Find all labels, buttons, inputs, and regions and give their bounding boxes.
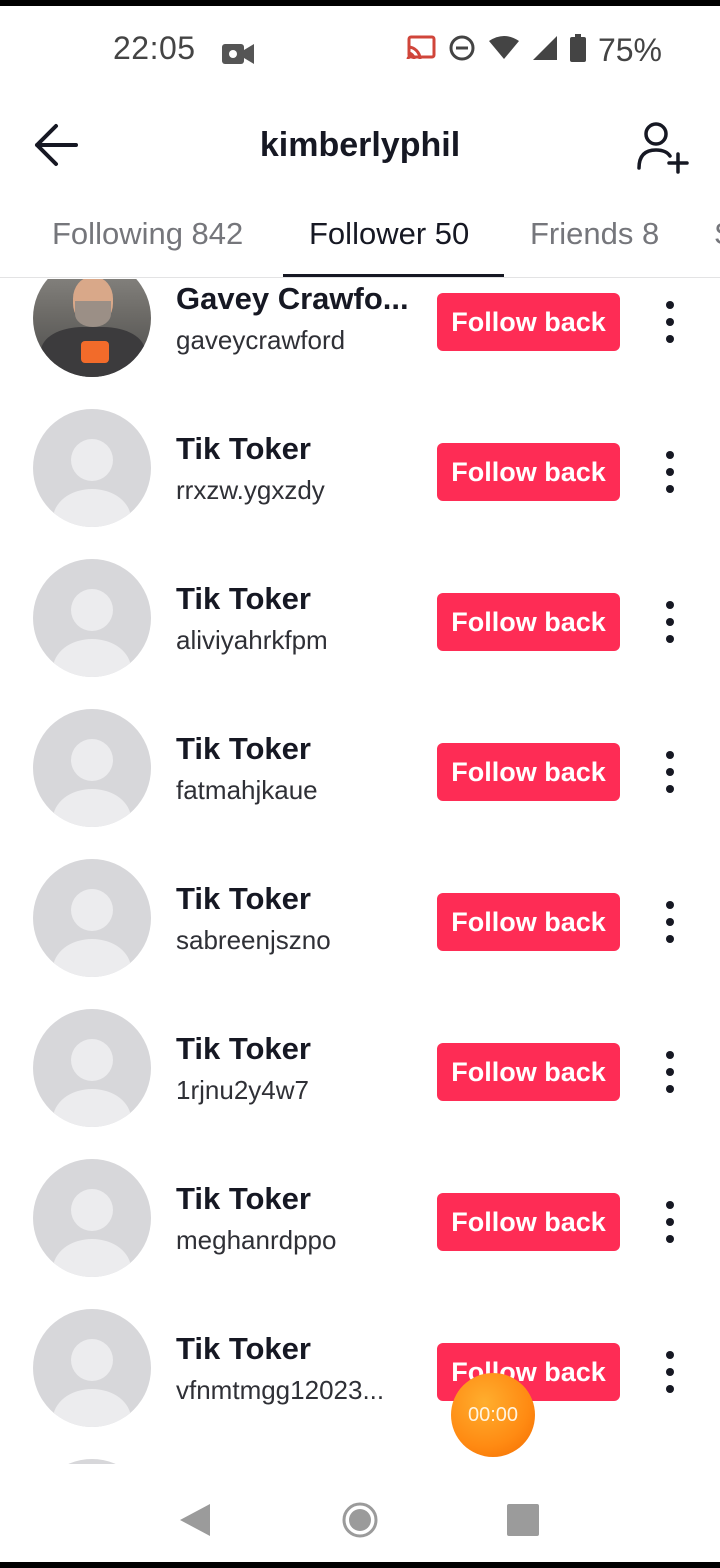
- user-handle: gaveycrawford: [176, 325, 346, 355]
- user-name: Tik Toker: [176, 581, 311, 616]
- tab-bar: Following 842 Follower 50 Friends 8 S: [0, 206, 720, 278]
- avatar[interactable]: [33, 279, 151, 377]
- user-name: Tik Toker: [176, 731, 311, 766]
- avatar[interactable]: [33, 559, 151, 677]
- avatar[interactable]: [33, 859, 151, 977]
- list-item[interactable]: Tik Toker meghanrdppo Follow back: [0, 1159, 720, 1309]
- list-item[interactable]: Tik Toker fatmahjkaue Follow back: [0, 709, 720, 859]
- follow-back-button[interactable]: Follow back: [437, 443, 620, 501]
- user-handle: meghanrdppo: [176, 1225, 337, 1255]
- user-handle: 1rjnu2y4w7: [176, 1075, 309, 1105]
- list-item[interactable]: Tik Toker sabreenjszno Follow back: [0, 859, 720, 1009]
- cast-icon: [406, 35, 436, 66]
- list-item[interactable]: Tik Toker rrxzw.ygxzdy Follow back: [0, 409, 720, 559]
- follow-back-button[interactable]: Follow back: [437, 743, 620, 801]
- vertical-dots-icon[interactable]: [656, 449, 684, 495]
- status-icons: 75%: [406, 30, 662, 70]
- user-handle: sabreenjszno: [176, 925, 331, 955]
- avatar[interactable]: [33, 709, 151, 827]
- page-title: kimberlyphil: [259, 126, 461, 164]
- tab-follower[interactable]: Follower 50: [309, 216, 469, 252]
- tab-active-indicator: [283, 274, 504, 277]
- status-time: 22:05: [113, 30, 196, 66]
- signal-icon: [532, 35, 558, 66]
- avatar[interactable]: [33, 409, 151, 527]
- camera-record-icon: [222, 42, 254, 71]
- avatar[interactable]: [33, 1159, 151, 1277]
- battery-icon: [569, 33, 586, 67]
- vertical-dots-icon[interactable]: [656, 299, 684, 345]
- follow-back-button[interactable]: Follow back: [437, 1193, 620, 1251]
- follower-list[interactable]: Gavey Crawfo... gaveycrawford Follow bac…: [0, 279, 720, 1469]
- avatar[interactable]: [33, 1309, 151, 1427]
- do-not-disturb-icon: [448, 34, 476, 67]
- person-plus-icon[interactable]: [636, 120, 690, 174]
- vertical-dots-icon[interactable]: [656, 1049, 684, 1095]
- follow-back-button[interactable]: Follow back: [437, 593, 620, 651]
- tab-suggested[interactable]: S: [714, 216, 720, 252]
- user-handle: vfnmtmgg12023...: [176, 1375, 385, 1405]
- status-bar: 22:05 75%: [0, 6, 720, 96]
- list-item[interactable]: Gavey Crawfo... gaveycrawford Follow bac…: [0, 279, 720, 409]
- triangle-back-icon[interactable]: [178, 1502, 212, 1538]
- screen: 22:05 75% kimberlyphil Following 842 Fol…: [0, 6, 720, 1562]
- user-name: Tik Toker: [176, 1331, 311, 1366]
- wifi-icon: [488, 35, 520, 66]
- vertical-dots-icon[interactable]: [656, 599, 684, 645]
- user-name: Tik Toker: [176, 1181, 311, 1216]
- list-item[interactable]: Tik Toker vfnmtmgg12023... Follow back: [0, 1309, 720, 1459]
- avatar[interactable]: [33, 1009, 151, 1127]
- follow-back-button[interactable]: Follow back: [437, 293, 620, 351]
- square-recents-icon[interactable]: [507, 1504, 539, 1536]
- user-name: Tik Toker: [176, 1031, 311, 1066]
- user-handle: fatmahjkaue: [176, 775, 318, 805]
- navigation-bar: [0, 1464, 720, 1562]
- user-handle: aliviyahrkfpm: [176, 625, 328, 655]
- header: kimberlyphil: [0, 96, 720, 196]
- tab-friends[interactable]: Friends 8: [530, 216, 659, 252]
- user-name: Tik Toker: [176, 431, 311, 466]
- vertical-dots-icon[interactable]: [656, 1199, 684, 1245]
- circle-home-icon[interactable]: [342, 1502, 378, 1538]
- vertical-dots-icon[interactable]: [656, 749, 684, 795]
- list-item[interactable]: Tik Toker aliviyahrkfpm Follow back: [0, 559, 720, 709]
- recording-timer-bubble[interactable]: 00:00: [451, 1373, 535, 1457]
- vertical-dots-icon[interactable]: [656, 1349, 684, 1395]
- vertical-dots-icon[interactable]: [656, 899, 684, 945]
- tab-following[interactable]: Following 842: [52, 216, 243, 252]
- battery-percent: 75%: [597, 31, 662, 68]
- follow-back-button[interactable]: Follow back: [437, 1043, 620, 1101]
- list-item[interactable]: Tik Toker 1rjnu2y4w7 Follow back: [0, 1009, 720, 1159]
- follow-back-button[interactable]: Follow back: [437, 893, 620, 951]
- user-name: Gavey Crawfo...: [176, 281, 409, 316]
- user-handle: rrxzw.ygxzdy: [176, 475, 325, 505]
- user-name: Tik Toker: [176, 881, 311, 916]
